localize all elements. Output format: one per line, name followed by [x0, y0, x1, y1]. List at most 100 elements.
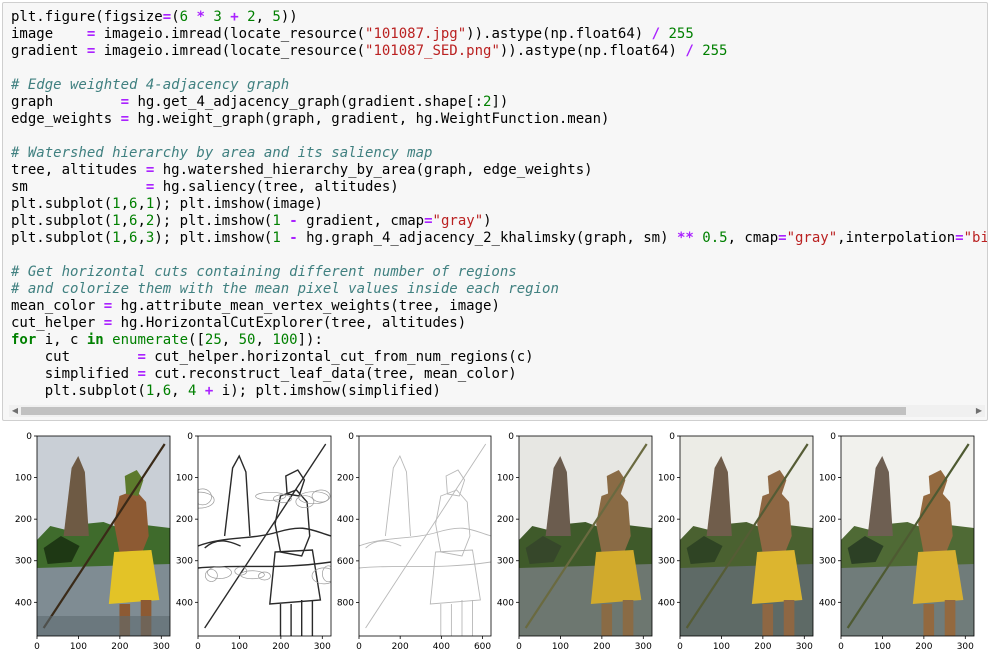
y-tick-label: 0 — [669, 432, 675, 442]
y-tick: 300 — [819, 557, 841, 567]
x-tick: 0 — [34, 636, 40, 652]
code-line: edge_weights = hg.weight_graph(graph, gr… — [11, 111, 610, 127]
y-tick-label: 400 — [497, 598, 514, 608]
code-cell[interactable]: plt.figure(figsize=(6 * 3 + 2, 5)) image … — [2, 2, 988, 421]
plot-area: 0 100 200 300 400 0 100 200 300 — [176, 432, 332, 652]
subplot-svg: 0 100 200 300 400 0 100 200 300 — [658, 432, 814, 652]
scroll-left-arrow-icon[interactable]: ◀ — [9, 405, 21, 417]
y-tick: 400 — [819, 598, 841, 608]
x-tick: 300 — [635, 636, 652, 652]
y-tick-label: 200 — [176, 515, 193, 525]
code-line: # and colorize them with the mean pixel … — [11, 281, 559, 297]
y-tick-label: 0 — [348, 432, 354, 442]
y-tick-label: 0 — [26, 432, 32, 442]
y-tick-label: 200 — [658, 515, 675, 525]
y-tick-label: 300 — [658, 557, 675, 567]
boat-shadow-region — [37, 616, 170, 636]
y-tick: 400 — [15, 598, 37, 608]
x-tick: 200 — [754, 636, 772, 652]
x-tick-label: 300 — [153, 642, 170, 652]
figure-torso-region — [918, 490, 953, 556]
x-tick-label: 100 — [231, 642, 248, 652]
y-tick-label: 100 — [819, 474, 836, 484]
cell-output: 0 100 200 300 400 0 100 200 300 0 100 200 300 400 0 100… — [0, 426, 994, 667]
x-tick-label: 100 — [874, 642, 891, 652]
x-tick: 200 — [392, 636, 409, 652]
leg-right-region — [622, 600, 634, 636]
image-content — [198, 436, 331, 636]
code-line: mean_color = hg.attribute_mean_vertex_we… — [11, 298, 500, 314]
x-tick: 600 — [474, 636, 491, 652]
x-tick-label: 300 — [314, 642, 331, 652]
y-tick-label: 300 — [15, 557, 32, 567]
y-tick: 0 — [348, 432, 359, 442]
subplot-saliency-map: 0 200 400 600 800 0 200 400 600 — [335, 426, 497, 664]
y-tick: 0 — [187, 432, 198, 442]
code-line: plt.subplot(1,6,2); plt.imshow(1 - gradi… — [11, 213, 492, 229]
y-tick: 100 — [819, 474, 841, 484]
figure-torso-region — [596, 490, 631, 556]
x-tick: 0 — [677, 636, 683, 652]
y-tick: 300 — [15, 557, 37, 567]
x-tick-label: 100 — [713, 642, 730, 652]
y-tick-label: 0 — [508, 432, 514, 442]
y-tick: 400 — [658, 598, 680, 608]
y-tick-label: 400 — [337, 515, 354, 525]
x-tick-label: 100 — [552, 642, 569, 652]
x-tick-label: 0 — [516, 642, 522, 652]
code-line: graph = hg.get_4_adjacency_graph(gradien… — [11, 94, 509, 110]
horizontal-scrollbar[interactable]: ◀ ▶ — [9, 405, 985, 417]
figure-torso-region — [114, 490, 149, 556]
x-tick-label: 300 — [635, 642, 652, 652]
y-tick-label: 300 — [819, 557, 836, 567]
x-tick-label: 200 — [272, 642, 289, 652]
y-tick: 300 — [176, 557, 198, 567]
x-tick: 200 — [272, 636, 290, 652]
x-tick-label: 200 — [915, 642, 932, 652]
y-tick: 100 — [176, 474, 198, 484]
x-tick-label: 400 — [433, 642, 450, 652]
leg-left-region — [923, 604, 935, 636]
x-tick-label: 200 — [754, 642, 771, 652]
image-content — [37, 436, 170, 636]
code-line: plt.subplot(1,6, 4 + i); plt.imshow(simp… — [11, 383, 441, 399]
code-line: plt.subplot(1,6,1); plt.imshow(image) — [11, 196, 323, 212]
y-tick-label: 400 — [176, 598, 193, 608]
y-tick-label: 800 — [337, 598, 354, 608]
x-tick-label: 200 — [111, 642, 128, 652]
x-tick: 100 — [552, 636, 569, 652]
plot-area: 0 100 200 300 400 0 100 200 300 — [497, 432, 653, 652]
code-line: # Edge weighted 4-adjacency graph — [11, 77, 290, 93]
scrollbar-thumb[interactable] — [21, 407, 907, 415]
y-tick: 200 — [176, 515, 198, 525]
y-tick-label: 300 — [176, 557, 193, 567]
x-tick-label: 200 — [392, 642, 409, 652]
x-tick: 200 — [915, 636, 933, 652]
subplot-svg: 0 100 200 300 400 0 100 200 300 — [497, 432, 653, 652]
y-tick: 400 — [176, 598, 198, 608]
y-tick-label: 400 — [819, 598, 836, 608]
y-tick: 100 — [497, 474, 519, 484]
subplot-svg: 0 200 400 600 800 0 200 400 600 — [337, 432, 492, 652]
y-tick: 200 — [15, 515, 37, 525]
image-content — [519, 436, 652, 636]
code-editor[interactable]: plt.figure(figsize=(6 * 3 + 2, 5)) image … — [11, 9, 987, 400]
y-tick-label: 600 — [337, 557, 354, 567]
y-tick: 200 — [497, 515, 519, 525]
x-tick-label: 100 — [70, 642, 87, 652]
code-line: plt.subplot(1,6,3); plt.imshow(1 - hg.gr… — [11, 230, 988, 246]
y-tick-label: 300 — [497, 557, 514, 567]
leg-left-region — [762, 604, 774, 636]
x-tick: 100 — [231, 636, 248, 652]
code-line: image = imageio.imread(locate_resource("… — [11, 26, 694, 42]
y-tick-label: 100 — [15, 474, 32, 484]
skirt-region — [912, 550, 964, 604]
x-tick: 300 — [957, 636, 974, 652]
y-tick-label: 200 — [819, 515, 836, 525]
scroll-right-arrow-icon[interactable]: ▶ — [973, 405, 985, 417]
code-line: cut_helper = hg.HorizontalCutExplorer(tr… — [11, 315, 467, 331]
subplot-gradient-map: 0 100 200 300 400 0 100 200 300 — [174, 426, 337, 664]
